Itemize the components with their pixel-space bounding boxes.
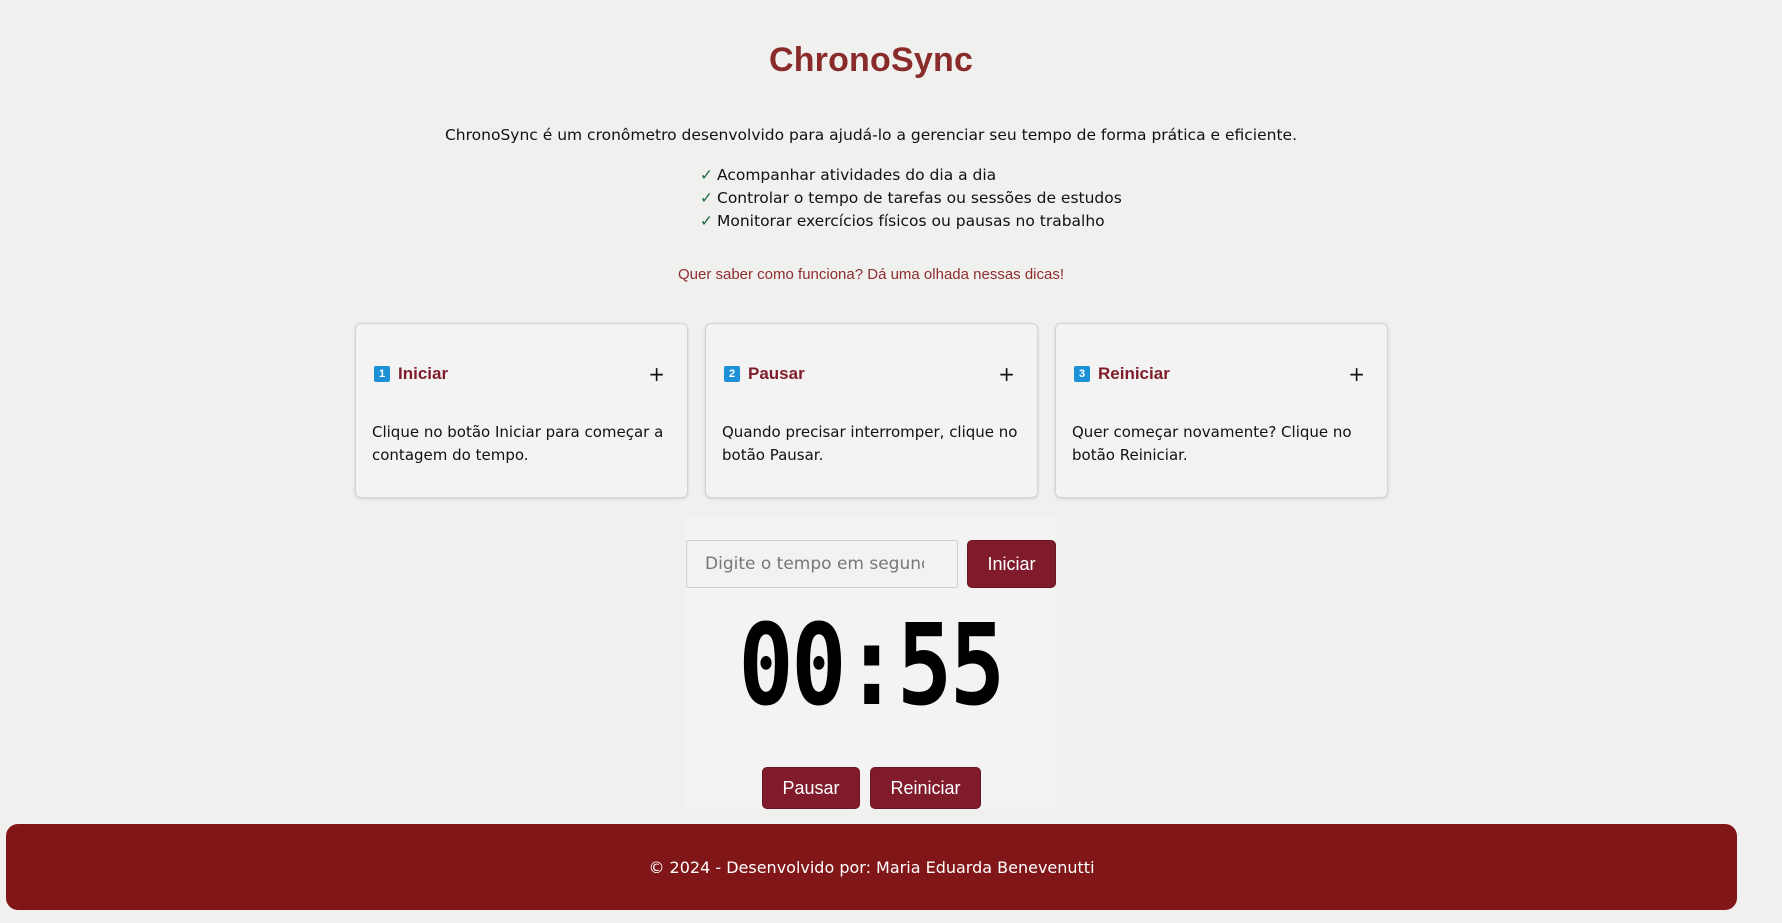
tip-card-title: Iniciar	[398, 364, 449, 383]
tip-card-body: Clique no botão Iniciar para começar a c…	[372, 423, 664, 464]
feature-text: Controlar o tempo de tarefas ou sessões …	[717, 189, 1122, 207]
features-list: ✓ Acompanhar atividades do dia a dia ✓ C…	[700, 164, 1122, 233]
tip-card-title: Reiniciar	[1098, 364, 1170, 383]
plus-icon[interactable]: +	[998, 364, 1015, 384]
seconds-input[interactable]	[686, 540, 958, 588]
number-badge-icon: 2	[724, 366, 740, 382]
check-icon: ✓	[700, 166, 713, 184]
footer-credit: © 2024 - Desenvolvido por: Maria Eduarda…	[648, 857, 1095, 877]
number-badge-icon: 3	[1074, 366, 1090, 382]
tip-card-start: 1 Iniciar + Clique no botão Iniciar para…	[355, 323, 688, 498]
footer: © 2024 - Desenvolvido por: Maria Eduarda…	[6, 824, 1737, 910]
plus-icon[interactable]: +	[648, 364, 665, 384]
tip-card-header[interactable]: 3 Reiniciar +	[1074, 364, 1365, 384]
tip-card-title: Pausar	[748, 364, 805, 383]
tips-heading: Quer saber como funciona? Dá uma olhada …	[677, 266, 1065, 283]
feature-text: Monitorar exercícios físicos ou pausas n…	[717, 212, 1105, 230]
check-icon: ✓	[700, 212, 713, 230]
pause-button[interactable]: Pausar	[762, 767, 860, 809]
reset-button[interactable]: Reiniciar	[870, 767, 981, 809]
timer-display: 00:55	[738, 601, 1005, 731]
feature-item: ✓ Monitorar exercícios físicos ou pausas…	[700, 210, 1122, 233]
feature-item: ✓ Controlar o tempo de tarefas ou sessõe…	[700, 187, 1122, 210]
plus-icon[interactable]: +	[1348, 364, 1365, 384]
tip-card-title-wrap: 3 Reiniciar	[1074, 364, 1170, 384]
page-title: ChronoSync	[768, 40, 974, 79]
feature-text: Acompanhar atividades do dia a dia	[717, 166, 997, 184]
feature-item: ✓ Acompanhar atividades do dia a dia	[700, 164, 1122, 187]
timer-panel: Iniciar 00:55 Pausar Reiniciar	[684, 516, 1057, 809]
tip-card-header[interactable]: 2 Pausar +	[724, 364, 1015, 384]
number-badge-icon: 1	[374, 366, 390, 382]
tip-card-title-wrap: 2 Pausar	[724, 364, 805, 384]
check-icon: ✓	[700, 189, 713, 207]
tip-card-header[interactable]: 1 Iniciar +	[374, 364, 665, 384]
tip-card-title-wrap: 1 Iniciar	[374, 364, 448, 384]
start-button[interactable]: Iniciar	[967, 540, 1056, 588]
tip-card-body: Quando precisar interromper, clique no b…	[722, 423, 1018, 464]
tip-card-body: Quer começar novamente? Clique no botão …	[1072, 423, 1352, 464]
app-description: ChronoSync é um cronômetro desenvolvido …	[444, 125, 1297, 144]
tip-card-reset: 3 Reiniciar + Quer começar novamente? Cl…	[1055, 323, 1388, 498]
tips-cards: 1 Iniciar + Clique no botão Iniciar para…	[355, 323, 1388, 498]
tip-card-pause: 2 Pausar + Quando precisar interromper, …	[705, 323, 1038, 498]
